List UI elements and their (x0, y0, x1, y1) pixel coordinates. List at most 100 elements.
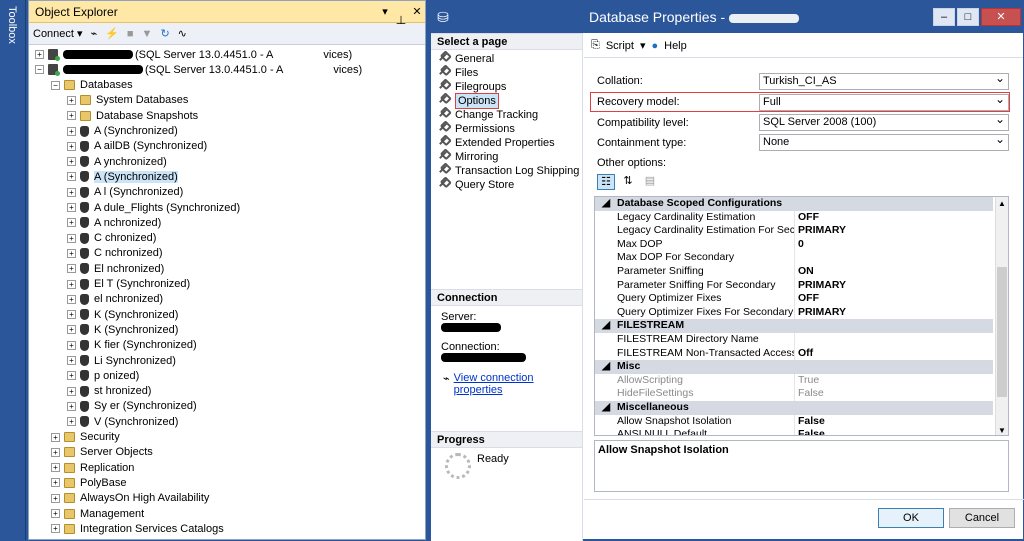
tree-node-database[interactable]: + El T (Synchronized) (67, 277, 190, 292)
tree-node-server-1[interactable]: + (SQL Server 13.0.4451.0 - Avices) (35, 47, 352, 62)
expand-icon[interactable]: + (67, 279, 76, 289)
grid-row[interactable]: Query Optimizer Fixes OFF (595, 292, 993, 306)
expand-icon[interactable]: + (67, 325, 76, 335)
grid-row[interactable]: Legacy Cardinality Estimation For Second… (595, 224, 993, 238)
expand-icon[interactable]: + (51, 524, 60, 534)
expand-icon[interactable]: + (67, 111, 76, 121)
collation-select[interactable]: Turkish_CI_AS (759, 71, 1009, 90)
sort-alpha-icon[interactable]: ⇅ (619, 174, 637, 190)
tree-node-database[interactable]: + K fier (Synchronized) (67, 338, 197, 353)
containment-select[interactable]: None (759, 132, 1009, 151)
expand-icon[interactable]: + (51, 463, 60, 473)
tree-node-database[interactable]: + K (Synchronized) (67, 307, 178, 322)
grid-row-value[interactable]: False (795, 387, 993, 401)
categorized-icon[interactable]: ☷ (597, 174, 615, 190)
help-icon[interactable]: ● (651, 40, 658, 52)
activity-monitor-icon[interactable]: ∿ (178, 27, 187, 40)
ok-button[interactable]: OK (878, 508, 944, 528)
collapse-icon[interactable]: ◢ (595, 319, 617, 333)
grid-row[interactable]: FILESTREAM Directory Name (595, 333, 993, 347)
scroll-thumb[interactable] (997, 267, 1007, 397)
connect-plug-icon[interactable]: ⌁ (91, 27, 98, 40)
expand-icon[interactable]: + (67, 187, 76, 197)
toolbox-label[interactable]: Toolbox (6, 6, 18, 44)
tree-node-folder[interactable]: + Management (51, 506, 144, 521)
property-pages-icon[interactable]: ▤ (641, 174, 659, 190)
expand-icon[interactable]: + (51, 493, 60, 503)
pin-icon[interactable]: ᅟ⊥ (393, 0, 409, 28)
refresh-icon[interactable]: ↻ (160, 27, 169, 40)
expand-icon[interactable]: + (67, 356, 76, 365)
recovery-model-select[interactable]: Full (759, 92, 1009, 111)
filter-icon[interactable]: ▼ (142, 28, 153, 40)
grid-row[interactable]: ANSI NULL Default False (595, 428, 993, 435)
tree-node-database[interactable]: + A (Synchronized) (67, 169, 178, 184)
tree-node-database[interactable]: + A dule_Flights (Synchronized) (67, 200, 240, 215)
close-icon[interactable]: ✕ (409, 5, 425, 18)
page-item[interactable]: General (431, 52, 582, 66)
tree-node-databases[interactable]: − Databases (51, 78, 133, 93)
page-item[interactable]: Transaction Log Shipping (431, 164, 582, 178)
tree-node-database[interactable]: + El nchronized) (67, 261, 164, 276)
stop-icon[interactable]: ■ (127, 28, 134, 40)
expand-icon[interactable]: + (67, 95, 76, 105)
expand-icon[interactable]: + (51, 478, 60, 488)
grid-row[interactable]: Max DOP 0 (595, 237, 993, 252)
grid-row-value[interactable]: PRIMARY (795, 279, 993, 293)
tree-node-database[interactable]: + V (Synchronized) (67, 414, 178, 429)
expand-icon[interactable]: + (51, 432, 60, 442)
grid-category[interactable]: ◢ FILESTREAM (595, 319, 993, 333)
toolbox-panel[interactable]: Toolbox (0, 0, 26, 540)
grid-row[interactable]: AllowScripting True (595, 373, 993, 388)
expand-icon[interactable]: + (51, 447, 60, 457)
grid-row[interactable]: Max DOP For Secondary (595, 251, 993, 265)
expand-icon[interactable]: + (67, 401, 76, 411)
grid-row[interactable]: Query Optimizer Fixes For Secondary PRIMA… (595, 305, 993, 320)
page-item[interactable]: Permissions (431, 122, 582, 136)
expand-icon[interactable]: + (67, 310, 76, 320)
connect-button[interactable]: Connect ▾ (33, 27, 83, 40)
tree-node-database[interactable]: + Li Synchronized) (67, 353, 176, 368)
dropdown-icon[interactable]: ▾ (377, 5, 393, 18)
expand-icon[interactable]: + (67, 157, 76, 167)
grid-row-value[interactable]: False (795, 428, 993, 435)
expand-icon[interactable]: + (67, 264, 76, 274)
compatibility-select[interactable]: SQL Server 2008 (100) (759, 112, 1009, 131)
collapse-icon[interactable]: ◢ (595, 197, 617, 211)
grid-category[interactable]: ◢ Misc (595, 360, 993, 374)
grid-scrollbar[interactable]: ▲ ▼ (995, 197, 1008, 435)
tree-node-folder[interactable]: + Server Objects (51, 445, 153, 460)
expand-icon[interactable]: + (67, 126, 76, 136)
grid-row-value[interactable]: True (795, 374, 993, 388)
tree-node-folder[interactable]: + Security (51, 430, 120, 445)
tree-node-folder[interactable]: + Integration Services Catalogs (51, 521, 224, 536)
expand-icon[interactable]: + (67, 386, 76, 396)
tree-node-database[interactable]: + A ailDB (Synchronized) (67, 139, 207, 154)
page-item[interactable]: Options (431, 93, 582, 109)
collapse-icon[interactable]: − (35, 65, 44, 75)
expand-icon[interactable]: + (67, 248, 76, 258)
close-button[interactable]: ✕ (981, 8, 1021, 26)
grid-row[interactable]: Legacy Cardinality Estimation OFF (595, 210, 993, 225)
page-item[interactable]: Extended Properties (431, 136, 582, 150)
page-item[interactable]: Filegroups (431, 80, 582, 94)
tree-node-folder[interactable]: + Replication (51, 460, 134, 475)
grid-row-value[interactable]: ON (795, 265, 993, 279)
page-item[interactable]: Mirroring (431, 150, 582, 164)
script-icon[interactable]: ⎘ (591, 39, 600, 52)
grid-row-value[interactable]: Off (795, 347, 993, 361)
tree-node-database[interactable]: + C nchronized) (67, 246, 162, 261)
disconnect-icon[interactable]: ⚡ (105, 27, 119, 40)
script-dropdown-icon[interactable]: ▾ (640, 39, 646, 52)
grid-row-value[interactable]: OFF (795, 211, 993, 225)
tree-node-server-2[interactable]: − (SQL Server 13.0.4451.0 - Avices) (35, 62, 362, 77)
expand-icon[interactable]: + (67, 172, 76, 182)
grid-row-value[interactable]: False (795, 415, 993, 429)
collapse-icon[interactable]: − (51, 80, 60, 90)
page-item[interactable]: Query Store (431, 178, 582, 192)
expand-icon[interactable]: + (67, 233, 76, 243)
tree-node-database[interactable]: + Sy er (Synchronized) (67, 399, 197, 414)
grid-row[interactable]: HideFileSettings False (595, 387, 993, 401)
tree-node-folder[interactable]: + AlwaysOn High Availability (51, 491, 209, 506)
grid-row-value[interactable]: PRIMARY (795, 224, 993, 238)
